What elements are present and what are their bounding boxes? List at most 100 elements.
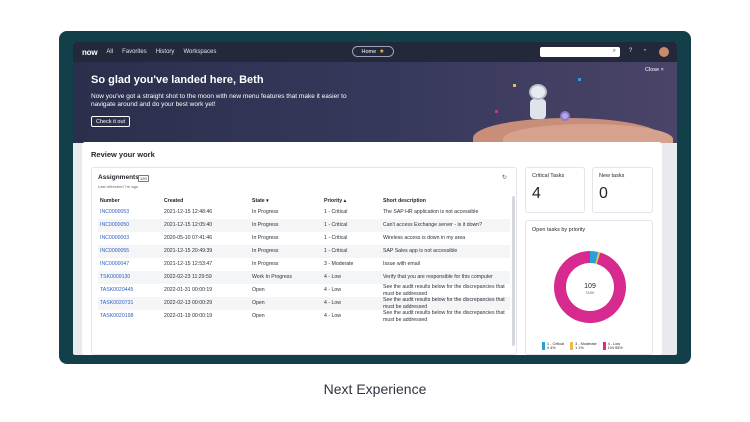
banner-title: So glad you've landed here, Beth xyxy=(91,74,264,86)
table-row[interactable]: TASK0020445 2022-01-31 00:00:19 Open 4 -… xyxy=(98,284,510,297)
row-number-link[interactable]: TASK0020731 xyxy=(98,297,162,310)
table-scrollbar[interactable] xyxy=(512,196,515,346)
row-state: In Progress xyxy=(250,219,322,232)
nav-workspaces[interactable]: Workspaces xyxy=(183,49,216,55)
row-priority: 1 - Critical xyxy=(322,245,381,258)
row-created: 2022-01-19 00:00:19 xyxy=(164,313,213,320)
donut-total: 109 xyxy=(584,283,596,290)
row-state: Open xyxy=(252,287,265,294)
row-state: Open xyxy=(252,313,265,320)
legend-swatch xyxy=(542,342,545,350)
legend-item-low[interactable]: 4 - Low 104 95% xyxy=(602,342,623,350)
donut-total-label: TASK xyxy=(586,291,596,295)
app-screen: now All Favorites History Workspaces Hom… xyxy=(73,42,677,355)
table-header-row: Number Created State ▾ Priority ▴ Short … xyxy=(98,196,510,206)
row-number-link[interactable]: TSK0009130 xyxy=(98,271,162,284)
row-priority: 4 - Low xyxy=(324,287,342,294)
row-state: In Progress xyxy=(252,235,279,242)
donut-slice[interactable] xyxy=(589,251,599,264)
banner-message: Now you've got a straight shot to the mo… xyxy=(91,93,347,108)
row-number-link[interactable]: INC0000053 xyxy=(98,206,162,219)
col-priority[interactable]: Priority ▴ xyxy=(322,196,381,206)
table-row[interactable]: INC0000050 2021-12-15 12:05:40 In Progre… xyxy=(98,219,510,232)
table-row[interactable]: INC0000047 2021-12-15 12:53:47 In Progre… xyxy=(98,258,510,271)
assignments-card: Assignments 120 Last refreshed 7m ago ↻ … xyxy=(91,167,517,355)
col-number[interactable]: Number xyxy=(98,196,162,206)
check-it-out-button[interactable]: Check it out xyxy=(91,116,131,127)
new-tasks-label: New tasks xyxy=(599,173,625,179)
welcome-banner: So glad you've landed here, Beth Now you… xyxy=(73,62,677,143)
review-panel: Review your work Assignments 120 Last re… xyxy=(82,142,662,355)
legend-pct: 95% xyxy=(615,346,623,350)
row-priority: 4 - Low xyxy=(322,271,381,284)
col-created[interactable]: Created xyxy=(162,196,250,206)
critical-tasks-value: 4 xyxy=(532,185,541,202)
refresh-icon[interactable]: ↻ xyxy=(502,174,507,181)
help-icon[interactable]: ? xyxy=(626,47,635,56)
nav-favorites[interactable]: Favorites xyxy=(122,49,147,55)
review-title: Review your work xyxy=(91,150,155,159)
donut-legend: 1 - Critical 4 4% 3 - Moderate 1 1% 4 - … xyxy=(542,342,652,350)
legend-count: 104 xyxy=(607,346,614,350)
nav-history[interactable]: History xyxy=(156,49,175,55)
home-tab-pill[interactable]: Home ★ xyxy=(352,46,394,57)
row-description: Verify that you are responsible for this… xyxy=(381,271,510,284)
row-priority: 4 - Low xyxy=(322,297,381,310)
row-description: See the audit results below for the disc… xyxy=(383,310,505,323)
home-label: Home xyxy=(361,48,377,55)
now-logo[interactable]: now xyxy=(82,48,98,57)
table-row[interactable]: INC0000053 2021-12-15 12:48:46 In Progre… xyxy=(98,206,510,219)
star-sparkle xyxy=(513,84,516,87)
table-row[interactable]: INC0000003 2020-05-10 07:41:46 In Progre… xyxy=(98,232,510,245)
row-state: Open xyxy=(250,297,322,310)
row-priority: 1 - Critical xyxy=(324,209,348,216)
row-created: 2022-02-13 00:00:29 xyxy=(162,297,250,310)
row-description: SAP Sales app is not accessible xyxy=(381,245,510,258)
legend-item-critical[interactable]: 1 - Critical 4 4% xyxy=(542,342,564,350)
star-sparkle xyxy=(578,78,581,81)
small-astronaut-illustration xyxy=(560,111,570,121)
row-number-link[interactable]: INC0000050 xyxy=(98,219,162,232)
star-sparkle xyxy=(495,110,498,113)
new-tasks-card[interactable]: New tasks 0 xyxy=(592,167,653,213)
astronaut-illustration xyxy=(526,82,550,120)
caption: Next Experience xyxy=(323,381,427,397)
row-number-link[interactable]: TASK0020198 xyxy=(98,310,162,323)
nav-all[interactable]: All xyxy=(106,49,113,55)
table-row[interactable]: TASK0020731 2022-02-13 00:00:29 Open 4 -… xyxy=(98,297,510,310)
table-row[interactable]: TASK0020198 2022-01-19 00:00:19 Open 4 -… xyxy=(98,310,510,323)
row-priority: 3 - Moderate xyxy=(324,261,354,268)
star-icon[interactable]: ★ xyxy=(379,48,384,55)
table-row[interactable]: TSK0009130 2022-02-23 11:29:59 Work In P… xyxy=(98,271,510,284)
legend-swatch xyxy=(570,342,574,350)
close-banner-button[interactable]: Close × xyxy=(645,67,664,73)
notification-bell-icon[interactable]: ◔ xyxy=(640,47,649,56)
donut-chart: 109 TASK xyxy=(554,251,626,323)
row-priority: 1 - Critical xyxy=(324,235,348,242)
critical-tasks-card[interactable]: Critical Tasks 4 xyxy=(525,167,585,213)
row-number-link[interactable]: INC0000047 xyxy=(98,258,162,271)
astronaut-body xyxy=(530,99,546,119)
row-created: 2021-12-15 12:53:47 xyxy=(164,261,213,268)
row-number-link[interactable]: INC0000003 xyxy=(98,232,162,245)
row-description: Can't access Exchange server - is it dow… xyxy=(381,219,510,232)
row-state: In Progress xyxy=(250,245,322,258)
global-search-input[interactable]: ⌕ xyxy=(540,47,620,57)
top-navigation: now All Favorites History Workspaces Hom… xyxy=(73,42,677,62)
row-number-link[interactable]: TASK0020445 xyxy=(98,284,162,297)
new-tasks-value: 0 xyxy=(599,185,608,202)
col-state[interactable]: State ▾ xyxy=(250,196,322,206)
row-priority: 4 - Low xyxy=(324,313,342,320)
row-created: 2022-02-23 11:29:59 xyxy=(162,271,250,284)
row-created: 2021-12-15 12:05:40 xyxy=(162,219,250,232)
table-row[interactable]: INC0000055 2021-12-15 20:49:39 In Progre… xyxy=(98,245,510,258)
row-number-link[interactable]: INC0000055 xyxy=(98,245,162,258)
legend-item-moderate[interactable]: 3 - Moderate 1 1% xyxy=(570,342,597,350)
row-priority: 1 - Critical xyxy=(322,219,381,232)
col-short-description[interactable]: Short description xyxy=(381,196,510,206)
user-avatar[interactable] xyxy=(659,47,669,57)
row-created: 2021-12-15 12:48:46 xyxy=(164,209,213,216)
assignments-count-badge: 120 xyxy=(138,175,149,182)
row-description: See the audit results below for the disc… xyxy=(383,284,505,297)
search-icon: ⌕ xyxy=(612,48,616,54)
